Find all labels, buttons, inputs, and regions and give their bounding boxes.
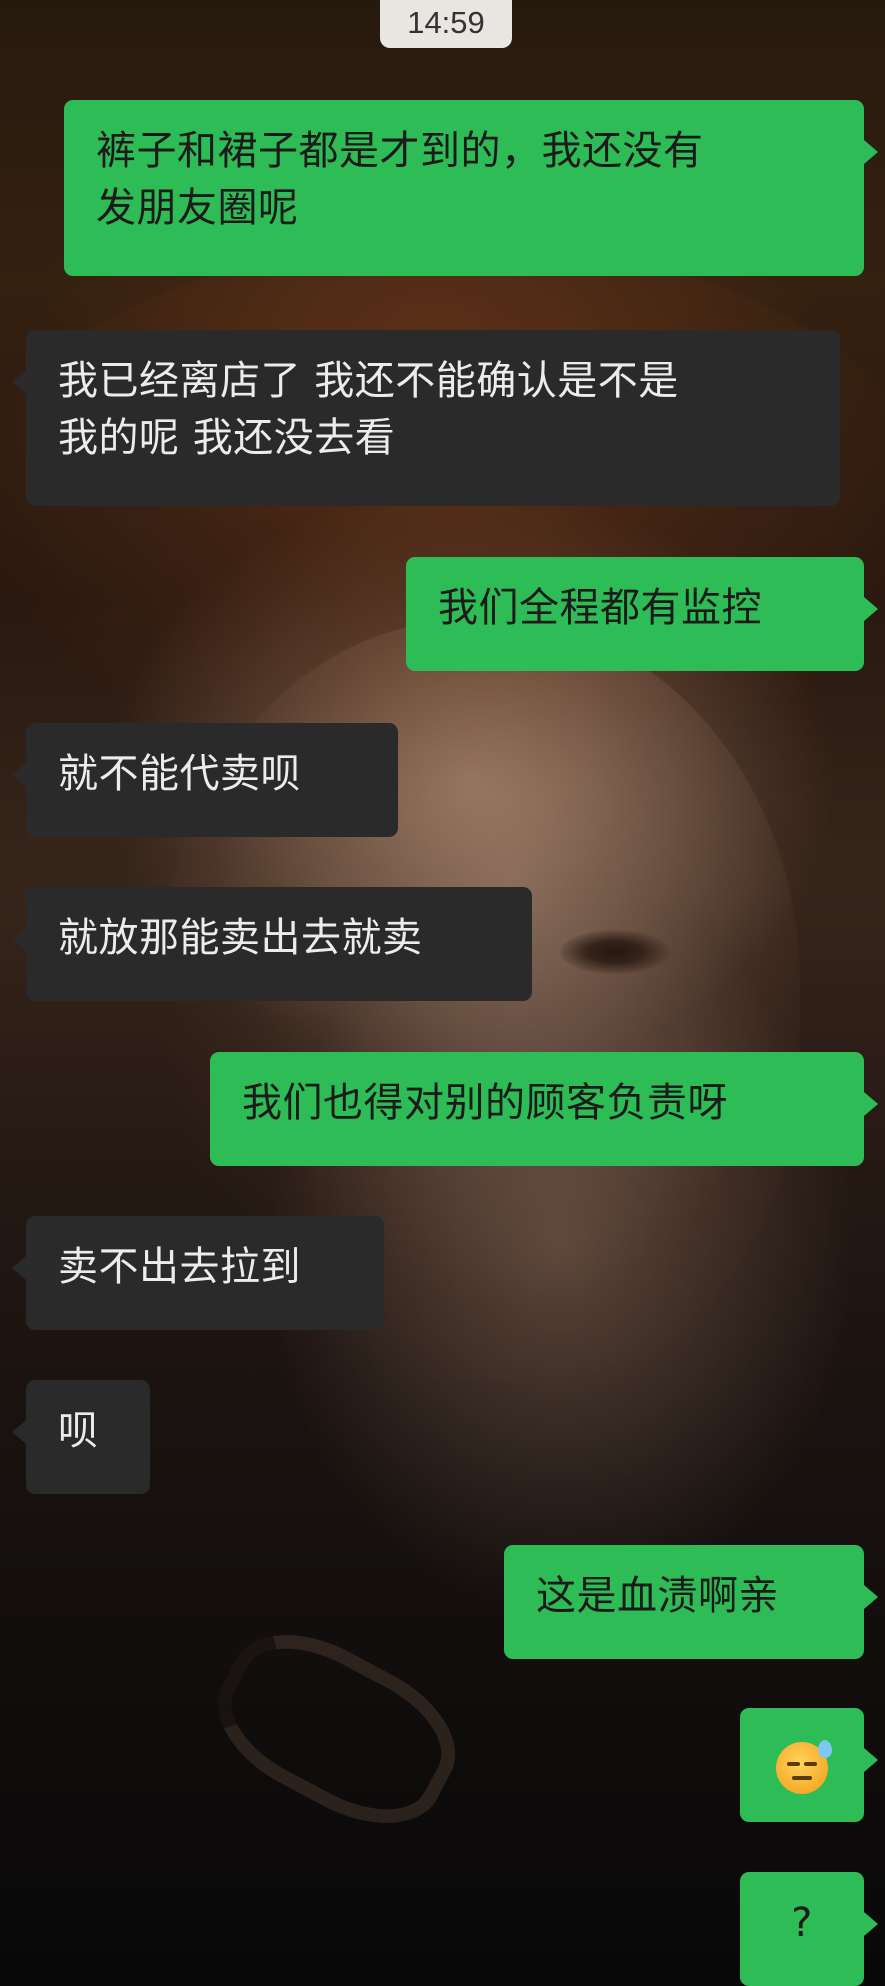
message-line: 我已经离店了 我还不能确认是不是 bbox=[58, 358, 679, 404]
message-line: 呗 bbox=[58, 1408, 99, 1454]
message-line: 我们全程都有监控 bbox=[438, 585, 762, 631]
message-bubble-outgoing[interactable] bbox=[740, 1708, 878, 1822]
message-bubble-incoming[interactable]: 我已经离店了 我还不能确认是不是 我的呢 我还没去看 bbox=[12, 330, 840, 506]
message-bubble-outgoing[interactable]: 这是血渍啊亲 bbox=[504, 1545, 878, 1659]
emoji-mouth bbox=[792, 1776, 812, 1780]
message-line: 就不能代卖呗 bbox=[58, 751, 301, 797]
emoji-eye bbox=[804, 1762, 817, 1766]
timestamp-pill: 14:59 bbox=[380, 0, 512, 48]
sweat-drop-icon bbox=[818, 1740, 832, 1758]
message-bubble-outgoing[interactable]: 我们也得对别的顾客负责呀 bbox=[210, 1052, 878, 1166]
message-bubble-incoming[interactable]: 就不能代卖呗 bbox=[12, 723, 398, 837]
message-bubble-incoming[interactable]: 就放那能卖出去就卖 bbox=[12, 887, 532, 1001]
message-line: 发朋友圈呢 bbox=[96, 185, 299, 231]
sweat-face-emoji-icon bbox=[776, 1740, 832, 1794]
message-line: 我的呢 我还没去看 bbox=[58, 415, 396, 461]
message-bubble-incoming[interactable]: 呗 bbox=[12, 1380, 150, 1494]
chat-screen: 14:59 裤子和裙子都是才到的，我还没有 发朋友圈呢 我已经离店了 我还不能确… bbox=[0, 0, 885, 1986]
message-line: 我们也得对别的顾客负责呀 bbox=[242, 1080, 728, 1126]
message-bubble-outgoing[interactable]: ? bbox=[740, 1872, 878, 1986]
message-line: 卖不出去拉到 bbox=[58, 1244, 301, 1290]
message-line: 这是血渍啊亲 bbox=[536, 1573, 779, 1619]
message-line: 就放那能卖出去就卖 bbox=[58, 915, 423, 961]
message-line: ? bbox=[791, 1900, 813, 1946]
message-line: 裤子和裙子都是才到的，我还没有 bbox=[96, 128, 704, 174]
message-bubble-outgoing[interactable]: 裤子和裙子都是才到的，我还没有 发朋友圈呢 bbox=[64, 100, 878, 276]
message-bubble-outgoing[interactable]: 我们全程都有监控 bbox=[406, 557, 878, 671]
emoji-eye bbox=[787, 1762, 800, 1766]
message-bubble-incoming[interactable]: 卖不出去拉到 bbox=[12, 1216, 384, 1330]
